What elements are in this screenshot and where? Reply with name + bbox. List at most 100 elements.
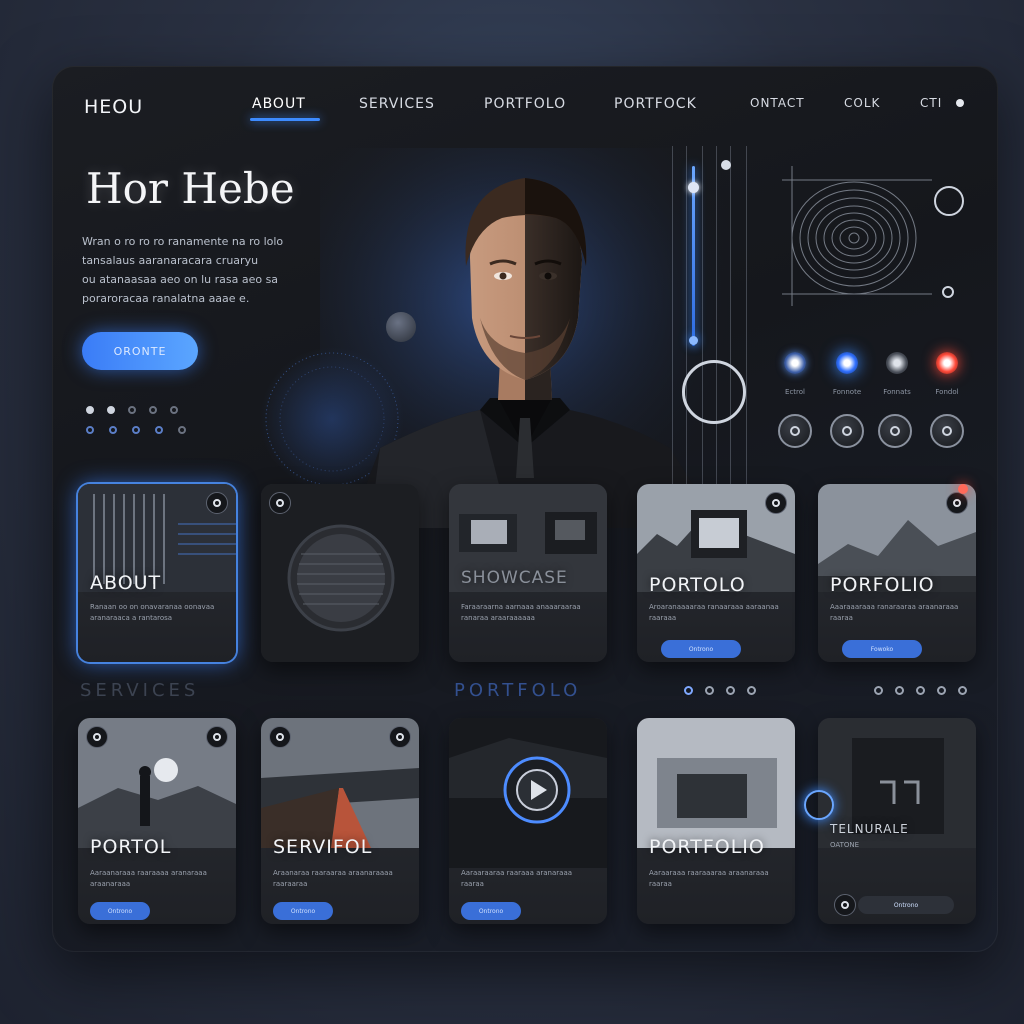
card-title: PORTOLO (649, 574, 746, 596)
status-light-blue[interactable] (784, 352, 806, 374)
card-media[interactable] (261, 484, 419, 662)
indicator-dot[interactable] (109, 426, 117, 434)
card-title: SHOWCASE (461, 568, 568, 588)
fingerprint-graphic (782, 166, 932, 306)
card-about[interactable]: ABOUT Ranaan oo on onavaranaa oonavaa ar… (78, 484, 236, 662)
card-share-icon[interactable] (206, 726, 228, 748)
card-description: Aaaraaaraaa ranaraaraa araanaraaa raaraa (830, 603, 959, 622)
top-nav: HEOU ABOUT SERVICES PORTFOLO PORTFOCK ON… (52, 66, 998, 142)
blue-slider-track[interactable] (692, 166, 695, 346)
control-knob[interactable] (930, 414, 964, 448)
pager-dot[interactable] (726, 686, 735, 695)
card-action-button[interactable]: Ontrono (661, 640, 741, 658)
card-porfolio[interactable]: PORFOLIO Aaaraaaraaa ranaraaraa araanara… (818, 484, 976, 662)
card-player[interactable]: Aaraaraaraa raaraaa aranaraaa raaraa Ont… (449, 718, 607, 924)
card-title: PORTFOLIO (649, 836, 765, 858)
pager-dot[interactable] (958, 686, 967, 695)
card-portolo[interactable]: PORTOLO Aroaranaaaaraa ranaaraaa aaraana… (637, 484, 795, 662)
control-label: Fonnote (832, 388, 862, 396)
nav-link-colk[interactable]: COLK (844, 96, 880, 110)
nav-link-cti[interactable]: CTI (920, 96, 942, 110)
indicator-dot[interactable] (86, 406, 94, 414)
card-share-icon[interactable] (389, 726, 411, 748)
hero-cta-button[interactable]: ORONTE (82, 332, 198, 370)
indicator-dot[interactable] (178, 426, 186, 434)
slider-knob[interactable] (721, 160, 731, 170)
card-player-image (449, 718, 607, 868)
control-knob[interactable] (830, 414, 864, 448)
indicator-dots-row (86, 406, 178, 414)
card-title: SERVIFOL (273, 836, 373, 858)
small-toggle[interactable] (942, 286, 954, 298)
card-description: OATONE (830, 841, 860, 849)
card-title: PORTOL (90, 836, 172, 858)
card-portol[interactable]: PORTOL Aaraanaraaa raaraaaa aranaraaa ar… (78, 718, 236, 924)
indicator-dot[interactable] (107, 406, 115, 414)
card-action-button[interactable]: Ontrono (90, 902, 150, 920)
pager-dot[interactable] (684, 686, 693, 695)
control-label: Fonnats (883, 388, 911, 396)
card-toggle-icon[interactable] (834, 894, 856, 916)
card-action-button[interactable]: Fowoko (842, 640, 922, 658)
indicator-dot[interactable] (128, 406, 136, 414)
card-action-button[interactable]: Ontrono (273, 902, 333, 920)
section-title-services: SERVICES (80, 680, 200, 701)
nav-link-contact[interactable]: ONTACT (750, 96, 805, 110)
card-telnurale[interactable]: TELNURALE OATONE Ontrono (818, 718, 976, 924)
hero-title: Hor Hebe (86, 164, 295, 213)
orb-button[interactable] (386, 312, 416, 342)
card-servifol[interactable]: SERVIFOL Araanaraa raaraaraa araanaraaaa… (261, 718, 419, 924)
card-action-button[interactable]: Ontrono (858, 896, 954, 914)
carousel-arrow-button[interactable] (804, 790, 834, 820)
pager-dot[interactable] (874, 686, 883, 695)
control-knob[interactable] (778, 414, 812, 448)
menu-dot-icon[interactable] (956, 99, 964, 107)
indicator-dot[interactable] (86, 426, 94, 434)
card-portfolio-image (637, 718, 795, 848)
carousel-pager (874, 686, 967, 695)
control-label: Ectrol (785, 388, 805, 396)
card-portfolio[interactable]: PORTFOLIO Aaraaraaa raaraaaraa araanaraa… (637, 718, 795, 924)
slider-knob[interactable] (689, 336, 698, 345)
indicator-dot[interactable] (170, 406, 178, 414)
card-description: Araanaraa raaraaraa araanaraaaa raaraara… (273, 869, 393, 888)
card-showcase[interactable]: SHOWCASE Faraaraarna aarnaaa anaaaraaraa… (449, 484, 607, 662)
nav-link-portfolo[interactable]: PORTFOLO (484, 96, 566, 112)
fingerprint-toggle[interactable] (934, 186, 964, 216)
card-description: Aroaranaaaaraa ranaaraaa aaraanaa raaraa… (649, 603, 779, 622)
control-knob[interactable] (878, 414, 912, 448)
card-share-icon[interactable] (765, 492, 787, 514)
notification-dot (958, 484, 968, 494)
nav-link-portfock[interactable]: PORTFOCK (614, 96, 697, 112)
card-action-button[interactable]: Ontrono (461, 902, 521, 920)
pager-dot[interactable] (937, 686, 946, 695)
status-light-blue-bright[interactable] (836, 352, 858, 374)
card-title: TELNURALE (830, 822, 909, 836)
nav-active-indicator (250, 118, 320, 121)
pager-dot[interactable] (747, 686, 756, 695)
card-share-icon[interactable] (946, 492, 968, 514)
section-title-portfolio: PORTFOLO (454, 680, 582, 701)
card-share-icon[interactable] (269, 492, 291, 514)
card-share-icon[interactable] (86, 726, 108, 748)
slider-knob[interactable] (688, 182, 699, 193)
card-share-icon[interactable] (206, 492, 228, 514)
nav-link-about[interactable]: ABOUT (252, 96, 306, 112)
control-ring-button[interactable] (682, 360, 746, 424)
hero-portrait-image (320, 148, 730, 528)
card-share-icon[interactable] (269, 726, 291, 748)
status-light-red[interactable] (936, 352, 958, 374)
pager-dot[interactable] (895, 686, 904, 695)
indicator-dot[interactable] (149, 406, 157, 414)
pager-dot[interactable] (916, 686, 925, 695)
indicator-dot[interactable] (155, 426, 163, 434)
app-panel: HEOU ABOUT SERVICES PORTFOLO PORTFOCK ON… (52, 66, 998, 952)
indicator-dots-row (86, 426, 186, 434)
card-description: Faraaraarna aarnaaa anaaaraaraa ranaraa … (461, 603, 581, 622)
nav-link-services[interactable]: SERVICES (359, 96, 435, 112)
pager-dot[interactable] (705, 686, 714, 695)
card-description: Aaraanaraaa raaraaaa aranaraaa araanaraa… (90, 869, 207, 888)
status-light-gray[interactable] (886, 352, 908, 374)
brand-logo[interactable]: HEOU (84, 96, 143, 118)
indicator-dot[interactable] (132, 426, 140, 434)
